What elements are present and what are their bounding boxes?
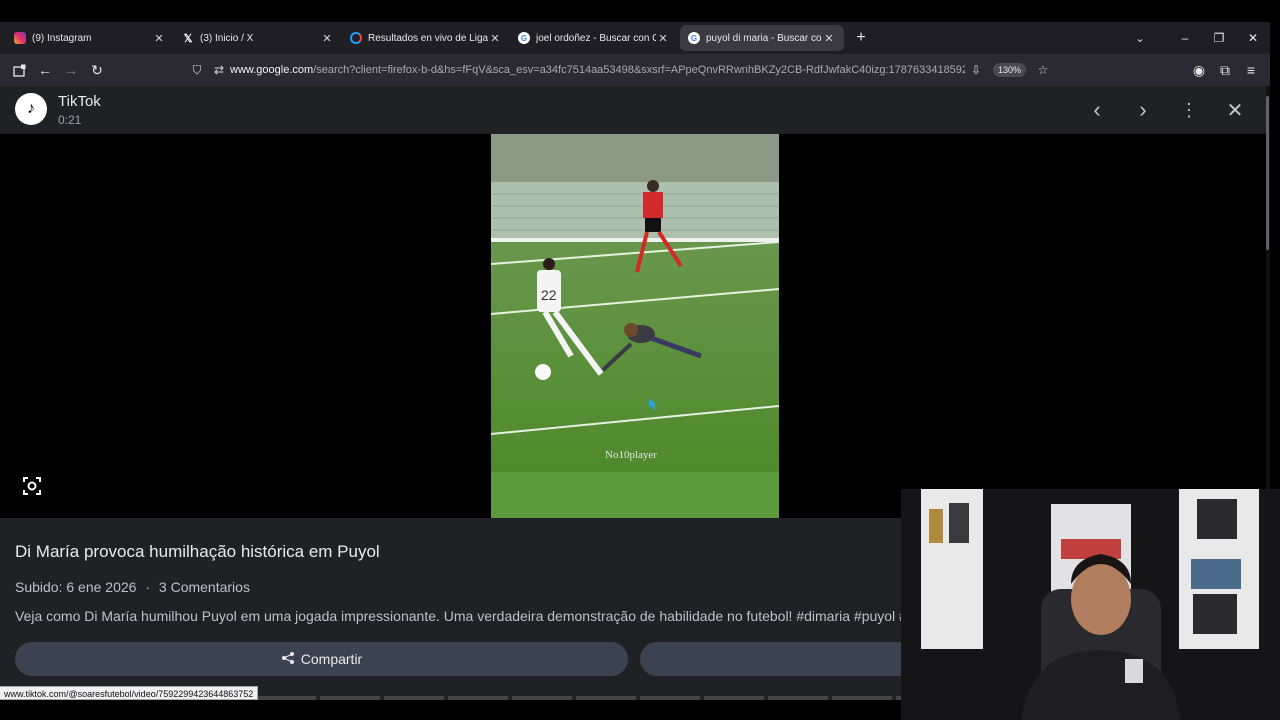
x-logo-icon: 𝕏 [183, 32, 193, 45]
result-meta: Subido: 6 ene 2026 · 3 Comentarios [15, 579, 250, 595]
tab-title: (3) Inicio / X [200, 32, 254, 44]
result-title[interactable]: Di María provoca humilhação histórica em… [15, 542, 380, 562]
forward-arrow-icon[interactable]: → [58, 57, 84, 83]
source-name[interactable]: TikTok [58, 93, 101, 110]
zoom-level-badge[interactable]: 130% [992, 63, 1026, 77]
upload-date: Subido: 6 ene 2026 [15, 579, 137, 595]
tab-instagram[interactable]: (9) Instagram ✕ [6, 25, 174, 51]
restore-button[interactable]: ❐ [1202, 31, 1236, 45]
extensions-icon[interactable]: ⧉ [1212, 57, 1238, 83]
image-viewer-header: ♪ TikTok 0:21 ‹ › ⋮ ✕ [0, 86, 1266, 134]
close-window-button[interactable]: ✕ [1236, 31, 1270, 45]
share-button[interactable]: Compartir [15, 642, 628, 676]
close-tab-icon[interactable]: ✕ [488, 32, 502, 45]
navigation-bar: ← → ↻ ⛉ ⇄ www.google.com/search?client=f… [0, 54, 1270, 86]
google-icon: G [688, 32, 700, 44]
comment-count: 3 Comentarios [158, 579, 250, 595]
url-text[interactable]: www.google.com/search?client=firefox-b-d… [230, 64, 965, 76]
bookmark-star-icon[interactable]: ☆ [1032, 63, 1054, 77]
meta-separator: · [145, 579, 151, 595]
close-tab-icon[interactable]: ✕ [320, 32, 334, 45]
download-icon[interactable]: ⇩ [965, 63, 987, 77]
svg-text:22: 22 [541, 287, 557, 303]
lens-search-icon[interactable] [20, 474, 44, 498]
menu-icon[interactable]: ≡ [1238, 57, 1264, 83]
share-label: Compartir [300, 651, 363, 667]
tab-title: (9) Instagram [32, 32, 92, 44]
back-arrow-icon[interactable]: ← [32, 57, 58, 83]
permissions-icon[interactable]: ⇄ [208, 63, 230, 77]
tab-joel-ordonez[interactable]: G joel ordoñez - Buscar con Goog ✕ [510, 25, 678, 51]
tab-bar: (9) Instagram ✕ 𝕏 (3) Inicio / X ✕ Resul… [0, 22, 1270, 54]
list-tabs-chevron-icon[interactable]: ⌄ [1112, 32, 1168, 45]
webcam-overlay [901, 489, 1280, 720]
tab-liga1[interactable]: Resultados en vivo de Liga 1 20 ✕ [342, 25, 510, 51]
video-watermark: No10player [605, 449, 657, 461]
google-icon: G [518, 32, 530, 44]
secondary-action-button[interactable] [640, 642, 940, 676]
more-options-icon[interactable]: ⋮ [1175, 96, 1203, 124]
video-thumbnail[interactable]: 22 No10player [491, 134, 779, 518]
minimize-button[interactable]: – [1168, 31, 1202, 45]
next-chevron-icon[interactable]: › [1129, 96, 1157, 124]
scrollbar-thumb[interactable] [1266, 96, 1269, 250]
reload-icon[interactable]: ↻ [84, 57, 110, 83]
tab-puyol-di-maria[interactable]: G puyol di maria - Buscar con Goo ✕ [680, 25, 844, 51]
tiktok-logo-icon: ♪ [15, 93, 47, 125]
tab-title: puyol di maria - Buscar con Goo [706, 32, 822, 44]
video-duration: 0:21 [58, 113, 82, 127]
share-icon [281, 651, 295, 668]
liga-icon [350, 32, 362, 44]
instagram-icon [14, 32, 26, 44]
url-bar[interactable]: ⛉ ⇄ www.google.com/search?client=firefox… [180, 57, 1060, 83]
close-tab-icon[interactable]: ✕ [152, 32, 166, 45]
close-tab-icon[interactable]: ✕ [822, 32, 836, 45]
result-info-panel: Di María provoca humilhação histórica em… [0, 518, 940, 700]
tab-title: joel ordoñez - Buscar con Goog [536, 32, 656, 44]
close-icon[interactable]: ✕ [1221, 96, 1249, 124]
close-tab-icon[interactable]: ✕ [656, 32, 670, 45]
result-description: Veja como Di María humilhou Puyol em uma… [15, 608, 901, 624]
tab-x[interactable]: 𝕏 (3) Inicio / X ✕ [174, 25, 342, 51]
tab-title: Resultados en vivo de Liga 1 20 [368, 32, 488, 44]
new-tab-button[interactable]: + [846, 29, 876, 47]
previous-chevron-icon[interactable]: ‹ [1083, 96, 1111, 124]
top-letterbox [0, 0, 1280, 22]
account-icon[interactable]: ◉ [1186, 57, 1212, 83]
sidebar-toggle-icon[interactable] [6, 57, 32, 83]
media-area: 22 No10player [0, 134, 1266, 518]
shield-icon[interactable]: ⛉ [186, 63, 208, 78]
link-status-url: www.tiktok.com/@soaresfutebol/video/7592… [0, 686, 259, 700]
